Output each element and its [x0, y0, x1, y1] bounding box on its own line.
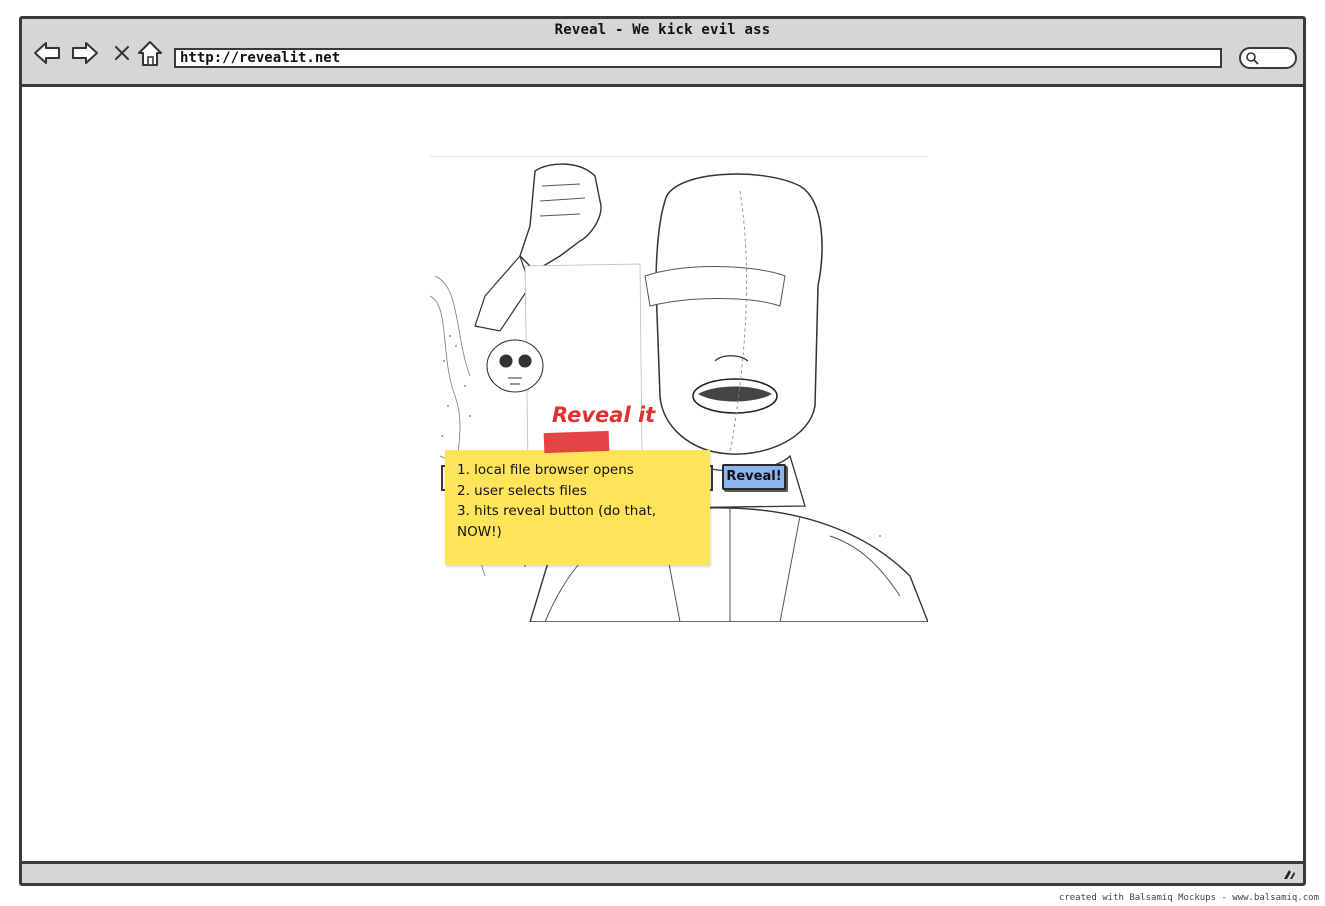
window-title: Reveal - We kick evil ass	[554, 22, 771, 38]
mockup-credit: created with Balsamiq Mockups - www.bals…	[1058, 893, 1319, 903]
search-icon	[1246, 52, 1259, 65]
browser-toolbar: Reveal - We kick evil ass http://reveali…	[22, 19, 1303, 87]
resize-grip-icon[interactable]	[1281, 867, 1297, 881]
reveal-button[interactable]: Reveal!	[722, 464, 786, 490]
annotation-step-1: 1. local file browser opens	[457, 462, 634, 478]
back-arrow-icon[interactable]	[32, 38, 62, 68]
address-bar[interactable]: http://revealit.net	[174, 48, 1222, 68]
forward-arrow-icon[interactable]	[70, 38, 100, 68]
status-bar	[22, 861, 1303, 883]
home-icon[interactable]	[135, 38, 165, 68]
annotation-title: Reveal it	[552, 403, 656, 427]
sticky-note: 1. local file browser opens 2. user sele…	[445, 450, 710, 565]
sticky-tape	[543, 430, 610, 454]
stop-icon[interactable]	[107, 38, 137, 68]
search-input[interactable]	[1239, 47, 1297, 69]
annotation-step-3: 3. hits reveal button (do that, NOW!)	[457, 503, 657, 540]
annotation-step-2: 2. user selects files	[457, 482, 587, 499]
annotation-steps: 1. local file browser opens 2. user sele…	[457, 460, 702, 542]
